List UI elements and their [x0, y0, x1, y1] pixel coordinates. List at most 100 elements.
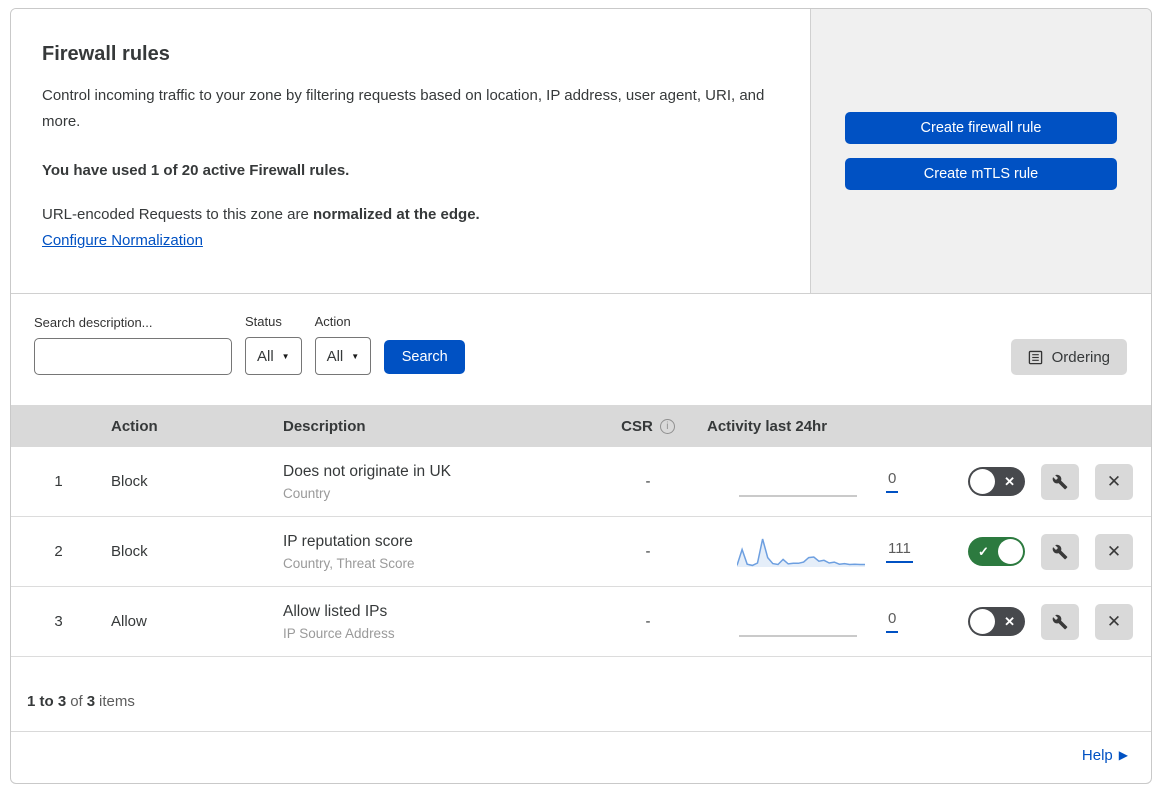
page-title: Firewall rules	[42, 43, 170, 65]
rule-description-cell: Allow listed IPs IP Source Address	[278, 603, 598, 641]
status-dropdown-value: All	[257, 347, 274, 365]
rule-priority: 1	[54, 473, 63, 490]
activity-count-link[interactable]: 0	[886, 610, 899, 633]
ordering-button-label: Ordering	[1051, 348, 1110, 366]
edit-rule-button[interactable]	[1041, 533, 1079, 570]
rule-action: Block	[111, 473, 148, 490]
activity-count-link[interactable]: 0	[886, 470, 899, 493]
filter-bar: Search description... Status All ▼ Actio…	[11, 294, 1151, 405]
create-firewall-rule-button[interactable]: Create firewall rule	[845, 112, 1117, 144]
firewall-rules-card: Firewall rules Control incoming traffic …	[10, 8, 1152, 784]
create-mtls-rule-button[interactable]: Create mTLS rule	[845, 158, 1117, 190]
rule-priority: 3	[54, 613, 63, 630]
search-input-wrapper	[34, 338, 235, 375]
help-link[interactable]: Help	[1082, 747, 1113, 764]
activity-sparkline	[739, 634, 857, 637]
search-input[interactable]	[54, 348, 235, 365]
activity-sparkline	[739, 494, 857, 497]
edit-rule-button[interactable]	[1041, 463, 1079, 500]
pagination-summary: 1 to 3 of 3 items	[11, 657, 1151, 732]
rule-description-cell: Does not originate in UK Country	[278, 463, 598, 501]
rule-description-cell: IP reputation score Country, Threat Scor…	[278, 533, 598, 571]
items-word: items	[99, 693, 135, 710]
help-footer: Help ▶	[11, 732, 1151, 778]
rule-fields: IP Source Address	[283, 625, 395, 641]
activity-count-link[interactable]: 111	[886, 540, 913, 563]
wrench-icon	[1052, 474, 1068, 489]
rule-controls: ✓ ✕ ✕	[946, 533, 1151, 570]
info-icon[interactable]: i	[659, 418, 675, 434]
delete-rule-button[interactable]: ✕	[1095, 603, 1133, 640]
action-label: Action	[314, 314, 351, 329]
search-group: Search description...	[34, 315, 235, 375]
rule-description: Allow listed IPs	[283, 602, 388, 620]
arrow-right-icon: ▶	[1118, 748, 1128, 762]
close-icon: ✕	[1106, 541, 1122, 561]
rule-controls: ✓ ✕ ✕	[946, 603, 1151, 640]
chevron-down-icon: ▼	[351, 351, 360, 361]
status-dropdown[interactable]: All ▼	[245, 337, 302, 375]
csr-header-label: CSR	[621, 417, 653, 435]
rule-action: Allow	[111, 613, 147, 630]
activity-column-header: Activity last 24hr	[707, 417, 828, 435]
items-range: 1 to 3	[27, 693, 67, 710]
close-icon: ✕	[1106, 611, 1122, 631]
ordering-list-icon	[1028, 350, 1042, 364]
search-button[interactable]: Search	[384, 340, 466, 374]
toggle-knob	[970, 469, 995, 494]
delete-rule-button[interactable]: ✕	[1095, 463, 1133, 500]
ordering-button[interactable]: Ordering	[1010, 339, 1127, 375]
table-row: 2 Block IP reputation score Country, Thr…	[11, 517, 1151, 587]
activity-sparkline	[737, 538, 865, 567]
table-header: Action Description CSR i Activity last 2…	[11, 405, 1151, 447]
rule-activity-cell: 111	[698, 535, 946, 569]
check-icon: ✓	[978, 543, 989, 559]
normalization-bold-text: normalized at the edge.	[313, 205, 480, 223]
edit-rule-button[interactable]	[1041, 603, 1079, 640]
rule-csr-value: -	[645, 613, 651, 630]
toggle-knob	[970, 609, 995, 634]
delete-rule-button[interactable]: ✕	[1095, 533, 1133, 570]
action-dropdown[interactable]: All ▼	[314, 337, 372, 375]
rule-fields: Country, Threat Score	[283, 555, 415, 571]
rule-activity-cell: 0	[698, 465, 946, 499]
x-icon: ✕	[1004, 473, 1015, 489]
actions-panel: Create firewall rule Create mTLS rule	[810, 9, 1151, 293]
status-filter-group: Status All ▼	[245, 314, 302, 375]
items-of-label: of	[70, 693, 83, 710]
close-icon: ✕	[1106, 471, 1122, 491]
rule-priority: 2	[54, 543, 63, 560]
rule-csr-value: -	[645, 543, 651, 560]
rule-enabled-toggle[interactable]: ✓ ✕	[968, 467, 1025, 496]
configure-normalization-link[interactable]: Configure Normalization	[42, 232, 203, 249]
search-label: Search description...	[34, 315, 153, 330]
page-description: Control incoming traffic to your zone by…	[42, 87, 765, 131]
rule-enabled-toggle[interactable]: ✓ ✕	[968, 537, 1025, 566]
rule-description: Does not originate in UK	[283, 462, 452, 480]
action-column-header: Action	[111, 417, 158, 435]
toggle-knob	[998, 539, 1023, 564]
rule-action: Block	[111, 543, 148, 560]
table-row: 1 Block Does not originate in UK Country…	[11, 447, 1151, 517]
rule-fields: Country	[283, 485, 331, 501]
normalization-note: URL-encoded Requests to this zone are no…	[42, 206, 770, 223]
normalization-text: URL-encoded Requests to this zone are	[42, 205, 313, 223]
csr-column-header: CSR i	[598, 418, 698, 435]
rule-activity-cell: 0	[698, 605, 946, 639]
items-total: 3	[86, 693, 96, 710]
action-filter-group: Action All ▼	[314, 314, 372, 375]
action-dropdown-value: All	[326, 347, 344, 365]
header-section: Firewall rules Control incoming traffic …	[11, 9, 1151, 294]
x-icon: ✕	[1004, 613, 1015, 629]
rule-description: IP reputation score	[283, 532, 413, 550]
status-label: Status	[245, 314, 282, 329]
wrench-icon	[1052, 614, 1068, 629]
rule-controls: ✓ ✕ ✕	[946, 463, 1151, 500]
rule-csr-value: -	[645, 473, 651, 490]
description-column-header: Description	[283, 417, 366, 435]
table-row: 3 Allow Allow listed IPs IP Source Addre…	[11, 587, 1151, 657]
wrench-icon	[1052, 544, 1068, 559]
rule-enabled-toggle[interactable]: ✓ ✕	[968, 607, 1025, 636]
header-text-block: Firewall rules Control incoming traffic …	[11, 9, 810, 293]
chevron-down-icon: ▼	[281, 351, 290, 361]
